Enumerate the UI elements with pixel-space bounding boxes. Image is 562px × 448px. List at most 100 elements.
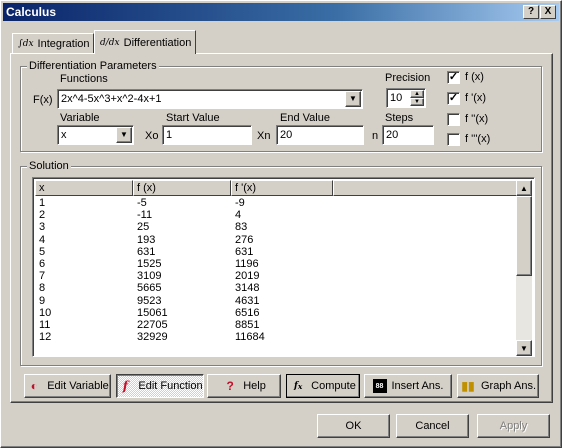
column-header-empty[interactable]	[333, 180, 519, 196]
variable-icon: ◐	[30, 379, 38, 393]
cell-x: 3	[39, 221, 46, 234]
help-button[interactable]: ? Help	[207, 374, 281, 398]
start-value-input[interactable]: 1	[162, 125, 252, 145]
end-value-input[interactable]: 20	[276, 125, 364, 145]
xo-label: Xo	[145, 130, 159, 142]
table-row[interactable]: 12 32929 11684	[35, 331, 519, 343]
close-button[interactable]: X	[540, 5, 556, 19]
cell-f1x: 6516	[235, 306, 260, 319]
start-value: 1	[166, 129, 173, 141]
table-row[interactable]: 8 5665 3148	[35, 282, 519, 294]
functions-label: Functions	[60, 73, 108, 85]
table-row[interactable]: 1 -5 -9	[35, 197, 519, 209]
precision-label: Precision	[385, 72, 431, 84]
ok-label: OK	[345, 420, 362, 432]
checkbox-fx[interactable]: ✓	[447, 71, 460, 84]
apply-button[interactable]: Apply	[477, 414, 550, 438]
chevron-down-icon[interactable]: ▼	[116, 127, 132, 143]
cell-x: 1	[39, 197, 46, 209]
compute-label: Compute	[311, 380, 356, 392]
column-header-fx[interactable]: f (x)	[133, 180, 231, 196]
insert-ans-button[interactable]: 88 Insert Ans.	[364, 374, 452, 398]
table-row[interactable]: 10 15061 6516	[35, 307, 519, 319]
solution-table[interactable]: x f (x) f '(x) 1 -5 -9 2 -11 4 3 25 83 4 193 276…	[32, 177, 535, 357]
checkbox-f3x[interactable]	[447, 133, 460, 146]
cell-fx: 15061	[137, 306, 168, 319]
window-title: Calculus	[6, 5, 57, 19]
cell-fx: -5	[137, 197, 147, 209]
cell-x: 8	[39, 282, 46, 295]
edit-variable-button[interactable]: ◐ Edit Variable	[24, 374, 111, 398]
cell-f1x: 3148	[235, 282, 260, 295]
cell-f1x: 4	[235, 209, 242, 222]
cell-f1x: 1196	[235, 257, 259, 270]
variable-label: Variable	[60, 112, 100, 124]
edit-variable-label: Edit Variable	[47, 380, 109, 392]
cell-x: 2	[39, 209, 46, 222]
parameters-group-label: Differentiation Parameters	[27, 60, 159, 72]
variable-value: x	[61, 129, 67, 141]
table-row[interactable]: 4 193 276	[35, 234, 519, 246]
table-row[interactable]: 9 9523 4631	[35, 295, 519, 307]
ok-button[interactable]: OK	[317, 414, 390, 438]
cancel-label: Cancel	[415, 420, 450, 432]
scrollbar-thumb[interactable]	[516, 196, 532, 276]
chevron-down-icon[interactable]: ▼	[345, 91, 361, 107]
function-icon: f	[122, 379, 128, 393]
precision-spinner[interactable]: 10 ▲ ▼	[386, 88, 426, 108]
apply-label: Apply	[499, 420, 528, 432]
cell-fx: 5665	[137, 282, 162, 295]
checkbox-f1x[interactable]: ✓	[447, 92, 460, 105]
cell-fx: 9523	[137, 294, 162, 307]
cell-f1x: 4631	[235, 294, 260, 307]
help-title-button[interactable]: ?	[523, 5, 539, 19]
table-row[interactable]: 5 631 631	[35, 246, 519, 258]
cell-x: 10	[39, 306, 52, 319]
spin-up-icon[interactable]: ▲	[410, 90, 424, 98]
table-row[interactable]: 6 1525 1196	[35, 258, 519, 270]
scroll-up-icon[interactable]: ▲	[516, 180, 532, 196]
edit-function-label: Edit Function	[138, 380, 203, 392]
scroll-down-icon[interactable]: ▼	[516, 340, 532, 356]
compute-button[interactable]: fx Compute	[286, 374, 360, 398]
spin-down-icon[interactable]: ▼	[410, 98, 424, 106]
cancel-button[interactable]: Cancel	[396, 414, 469, 438]
table-row[interactable]: 7 3109 2019	[35, 270, 519, 282]
tab-integration-label: Integration	[37, 37, 90, 50]
cell-f1x: 631	[235, 245, 254, 258]
tab-differentiation[interactable]: d/dx Differentiation	[94, 30, 196, 54]
column-header-x[interactable]: x	[35, 180, 133, 196]
cell-f1x: 2019	[235, 270, 260, 283]
insert-ans-label: Insert Ans.	[391, 380, 444, 392]
function-combobox[interactable]: 2x^4-5x^3+x^2-4x+1 ▼	[57, 89, 363, 109]
end-value: 20	[280, 129, 293, 141]
steps-input[interactable]: 20	[382, 125, 434, 145]
steps-value: 20	[386, 129, 399, 141]
compute-icon: fx	[293, 381, 303, 391]
cell-fx: 22705	[137, 318, 168, 331]
title-bar[interactable]: Calculus ? X	[3, 3, 559, 21]
function-value: 2x^4-5x^3+x^2-4x+1	[61, 93, 162, 105]
checkbox-f1x-label: f '(x)	[465, 92, 487, 104]
table-row[interactable]: 3 25 83	[35, 221, 519, 233]
steps-label: Steps	[385, 112, 414, 124]
n-label: n	[372, 130, 379, 142]
cell-f1x: 276	[235, 233, 254, 246]
column-header-f1x[interactable]: f '(x)	[231, 180, 333, 196]
cell-fx: 25	[137, 221, 150, 234]
vertical-scrollbar[interactable]: ▲ ▼	[516, 180, 532, 356]
cell-x: 11	[39, 318, 51, 331]
graph-ans-label: Graph Ans.	[480, 380, 537, 392]
checkbox-fx-label: f (x)	[465, 71, 484, 83]
graph-ans-button[interactable]: ▮▮ Graph Ans.	[457, 374, 539, 398]
tab-integration[interactable]: ∫dx Integration	[12, 33, 94, 53]
table-row[interactable]: 11 22705 8851	[35, 319, 519, 331]
cell-x: 6	[39, 257, 46, 270]
variable-combobox[interactable]: x ▼	[57, 125, 134, 145]
cell-fx: 193	[137, 233, 156, 246]
edit-function-button[interactable]: f Edit Function	[116, 374, 204, 398]
checkbox-f2x[interactable]	[447, 113, 460, 126]
table-row[interactable]: 2 -11 4	[35, 209, 519, 221]
fx-label: F(x)	[33, 94, 53, 106]
cell-f1x: 83	[235, 221, 248, 234]
